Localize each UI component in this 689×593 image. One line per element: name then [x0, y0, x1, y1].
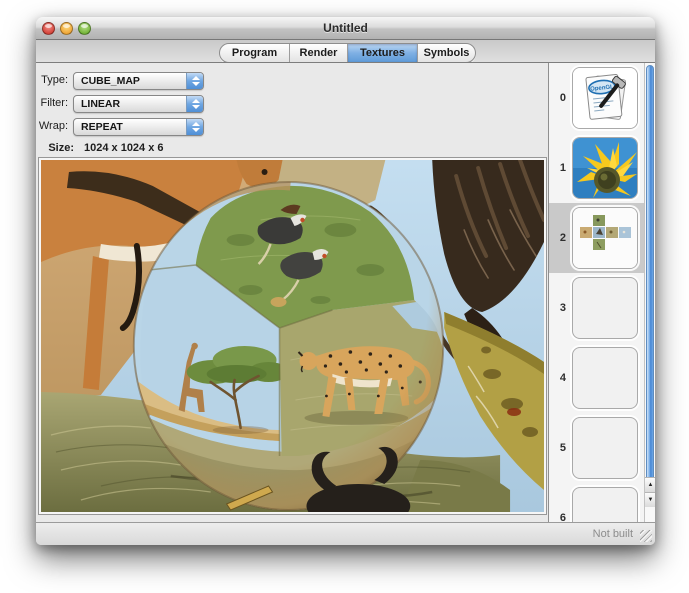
texture-preview: [38, 157, 547, 515]
view-tabs: Program Render Textures Symbols: [219, 43, 476, 63]
texture-slot-3[interactable]: 3: [549, 273, 645, 343]
slot-number: 0: [549, 92, 566, 104]
texture-preview-image: [41, 160, 544, 512]
thumbnail-empty[interactable]: [572, 347, 638, 409]
texture-slot-2[interactable]: 2: [549, 203, 645, 273]
popup-stepper-icon: [186, 96, 203, 112]
sunflower-image: [573, 138, 637, 198]
slot-number: 2: [549, 232, 566, 244]
slot-number: 1: [549, 162, 566, 174]
opengl-document-hammer-icon: OpenGL: [573, 68, 637, 128]
slot-number: 4: [549, 372, 566, 384]
slot-number: 5: [549, 442, 566, 454]
tab-symbols[interactable]: Symbols: [417, 44, 475, 62]
tab-render[interactable]: Render: [289, 44, 347, 62]
texture-list-sidebar: 0 OpenGL: [548, 63, 655, 522]
size-label: Size:: [36, 142, 74, 154]
tab-textures[interactable]: Textures: [347, 44, 417, 62]
texture-slot-0[interactable]: 0 OpenGL: [549, 63, 645, 133]
thumbnail-empty[interactable]: [572, 487, 638, 522]
texture-slot-5[interactable]: 5: [549, 413, 645, 483]
slot-number: 6: [549, 512, 566, 522]
thumbnail-opengl-shader-builder-icon[interactable]: OpenGL: [572, 67, 638, 129]
wrap-popup[interactable]: REPEAT: [73, 118, 204, 136]
popup-stepper-icon: [186, 119, 203, 135]
type-popup-value: CUBE_MAP: [74, 73, 186, 89]
wrap-popup-value: REPEAT: [74, 119, 186, 135]
cube-map-cross-image: [573, 208, 637, 268]
texture-slot-1[interactable]: 1: [549, 133, 645, 203]
texture-slot-6[interactable]: 6: [549, 483, 645, 522]
size-value: 1024 x 1024 x 6: [84, 142, 164, 154]
filter-popup[interactable]: LINEAR: [73, 95, 204, 113]
scroll-up-arrow-icon[interactable]: ▲: [645, 477, 655, 492]
type-popup[interactable]: CUBE_MAP: [73, 72, 204, 90]
title-bar[interactable]: Untitled: [36, 17, 655, 40]
resize-grip-icon[interactable]: [640, 530, 652, 542]
wrap-label: Wrap:: [36, 120, 68, 132]
scrollbar-thumb[interactable]: [646, 65, 654, 489]
filter-label: Filter:: [36, 97, 68, 109]
tab-strip: Program Render Textures Symbols: [36, 40, 655, 62]
thumbnail-cube-map-cross[interactable]: [572, 207, 638, 269]
status-bar: Not built: [36, 522, 655, 545]
window-title: Untitled: [36, 17, 655, 40]
app-window: Untitled Program Render Textures Symbols…: [36, 17, 655, 545]
scroll-down-arrow-icon[interactable]: ▼: [645, 492, 655, 507]
slot-number: 3: [549, 302, 566, 314]
thumbnail-sunflower-photo[interactable]: [572, 137, 638, 199]
type-label: Type:: [36, 74, 68, 86]
popup-stepper-icon: [186, 73, 203, 89]
filter-popup-value: LINEAR: [74, 96, 186, 112]
build-status-text: Not built: [593, 523, 633, 545]
sidebar-scrollbar[interactable]: ▲ ▼: [644, 63, 655, 522]
texture-slot-list: 0 OpenGL: [549, 63, 645, 522]
tab-program[interactable]: Program: [220, 44, 289, 62]
texture-slot-4[interactable]: 4: [549, 343, 645, 413]
thumbnail-empty[interactable]: [572, 417, 638, 479]
content-area: Type: CUBE_MAP Filter: LINEAR Wrap: REPE…: [36, 62, 655, 522]
thumbnail-empty[interactable]: [572, 277, 638, 339]
